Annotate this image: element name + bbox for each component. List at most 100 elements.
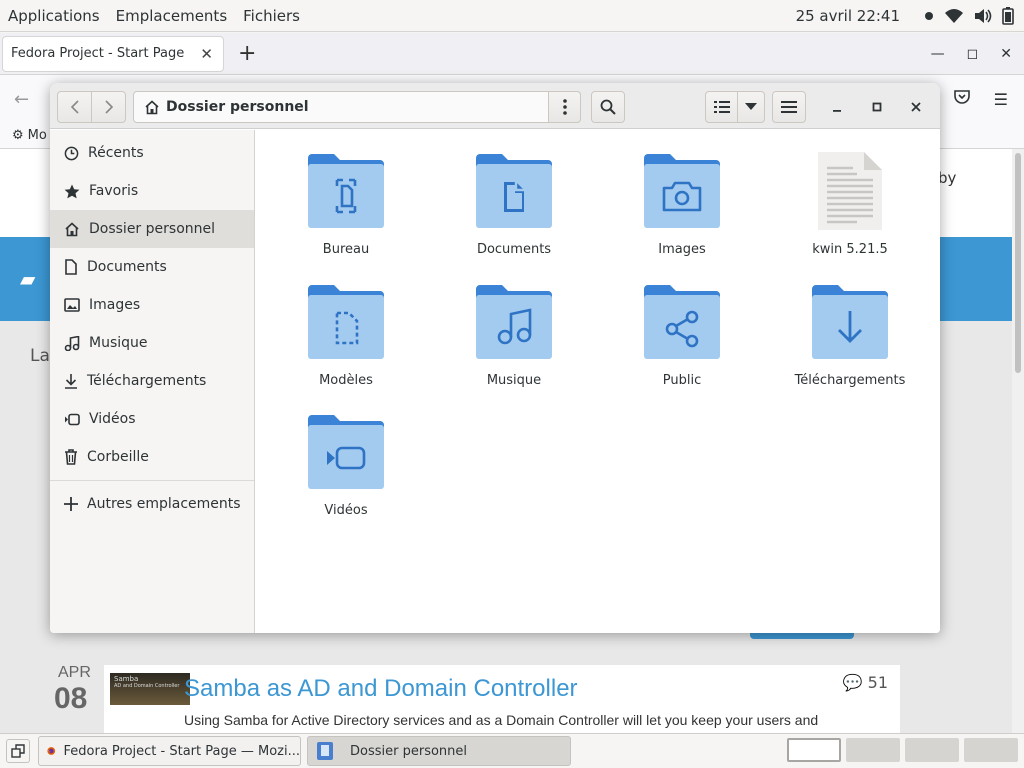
battery-icon[interactable] [1002,7,1014,25]
files-app-menu[interactable]: Fichiers [243,7,300,25]
dropdown-arrow-icon [745,103,757,110]
post-month: APR [58,664,91,681]
sidebar-item-home[interactable]: Dossier personnel [50,210,254,248]
clock-icon [64,146,79,160]
file-item-videos[interactable]: Vidéos [266,411,426,518]
minimize-icon[interactable]: — [931,46,945,62]
workspace-3[interactable] [905,738,959,762]
search-icon [600,99,616,115]
sidebar-item-videos[interactable]: Vidéos [50,400,254,438]
workspace-2[interactable] [846,738,900,762]
gear-icon: ⚙ [12,128,24,143]
sidebar-item-label: Vidéos [89,411,136,427]
chevron-right-icon [104,100,113,114]
page-scrollbar[interactable] [1012,149,1024,733]
path-menu-button[interactable] [548,91,581,123]
minimize-icon [833,110,841,112]
music-icon [64,335,80,351]
maximize-icon [872,102,882,112]
close-icon [911,102,921,112]
wifi-icon[interactable] [944,8,964,24]
sidebar-item-starred[interactable]: Favoris [50,172,254,210]
task-firefox[interactable]: Fedora Project - Start Page — Mozi... [38,736,301,766]
search-button[interactable] [591,91,625,123]
close-button[interactable] [904,95,928,119]
music-folder-icon [476,285,552,359]
sidebar-item-trash[interactable]: Corbeille [50,438,254,476]
file-item-kwin[interactable]: kwin 5.21.5 [770,150,930,257]
post-card: Samba AD and Domain Controller Samba as … [104,665,900,735]
sidebar-item-documents[interactable]: Documents [50,248,254,286]
sidebar-item-recent[interactable]: Récents [50,134,254,172]
maximize-button[interactable] [865,95,889,119]
firefox-tab[interactable]: Fedora Project - Start Page ✕ [2,35,224,72]
plus-icon [64,497,78,511]
sidebar-item-music[interactable]: Musique [50,324,254,362]
path-bar[interactable]: Dossier personnel [133,91,581,123]
forward-button[interactable] [91,91,126,123]
file-item-musique[interactable]: Musique [434,281,594,388]
file-item-bureau[interactable]: Bureau [266,150,426,257]
close-tab-icon[interactable]: ✕ [200,45,213,63]
file-item-images[interactable]: Images [602,150,762,257]
show-desktop-button[interactable] [6,739,30,763]
close-icon[interactable]: ✕ [1000,46,1012,62]
sidebar-item-downloads[interactable]: Téléchargements [50,362,254,400]
video-icon [65,413,80,425]
workspace-4[interactable] [964,738,1018,762]
file-grid: Bureau Documents Images kwin 5.21.5 Modè… [255,130,940,633]
scrollbar-thumb[interactable] [1015,153,1021,373]
minimize-button[interactable] [825,95,849,119]
sidebar-item-label: Images [89,297,141,313]
home-icon [145,99,159,114]
maximize-icon[interactable]: ◻ [967,46,979,62]
post-title-link[interactable]: Samba as AD and Domain Controller [184,675,578,703]
path-label: Dossier personnel [166,99,309,115]
back-button[interactable] [57,91,92,123]
trash-icon [65,449,77,465]
view-options-button[interactable] [737,91,765,123]
download-icon [65,374,77,389]
file-item-modeles[interactable]: Modèles [266,281,426,388]
applications-menu[interactable]: Applications [8,7,100,25]
desktop-folder-icon [308,154,384,228]
task-files[interactable]: Dossier personnel [307,736,571,766]
comment-icon: 💬 [842,673,863,692]
file-item-public[interactable]: Public [602,281,762,388]
view-list-button[interactable] [705,91,738,123]
workspace-1[interactable] [787,738,841,762]
firefox-icon [47,747,56,755]
sidebar-item-label: Autres emplacements [87,496,241,512]
volume-icon[interactable] [974,8,992,24]
public-folder-icon [644,285,720,359]
places-menu[interactable]: Emplacements [116,7,228,25]
sidebar-item-pictures[interactable]: Images [50,286,254,324]
comment-count[interactable]: 💬 51 [843,673,888,692]
post-thumbnail[interactable]: Samba AD and Domain Controller [110,673,190,705]
header-partial-text: by [938,169,957,187]
image-icon [64,298,80,312]
task-label: Dossier personnel [350,743,468,759]
hamburger-icon [781,101,797,113]
files-headerbar: Dossier personnel [50,83,940,129]
list-view-icon [713,101,730,113]
bookmark-item[interactable]: Mo [28,128,47,143]
sidebar-item-other-locations[interactable]: Autres emplacements [50,485,254,523]
new-tab-icon[interactable]: + [238,41,256,66]
vertical-dots-icon [562,99,567,115]
clock[interactable]: 25 avril 22:41 [796,7,900,25]
downloads-folder-icon [812,285,888,359]
pocket-icon[interactable] [953,90,970,108]
places-sidebar: Récents Favoris Dossier personnel Docume… [50,130,255,633]
files-window: Dossier personnel Récents Favoris Dossie… [50,83,940,633]
file-item-telechargements[interactable]: Téléchargements [770,281,930,388]
main-menu-button[interactable] [772,91,806,123]
text-file-icon [818,152,882,230]
file-item-documents[interactable]: Documents [434,150,594,257]
partial-heading: La [30,346,50,366]
file-label: Vidéos [324,503,368,518]
sidebar-item-label: Téléchargements [87,373,207,389]
pictures-folder-icon [644,154,720,228]
hamburger-menu-icon[interactable]: ☰ [994,90,1008,109]
back-arrow-icon[interactable]: ← [14,89,29,110]
